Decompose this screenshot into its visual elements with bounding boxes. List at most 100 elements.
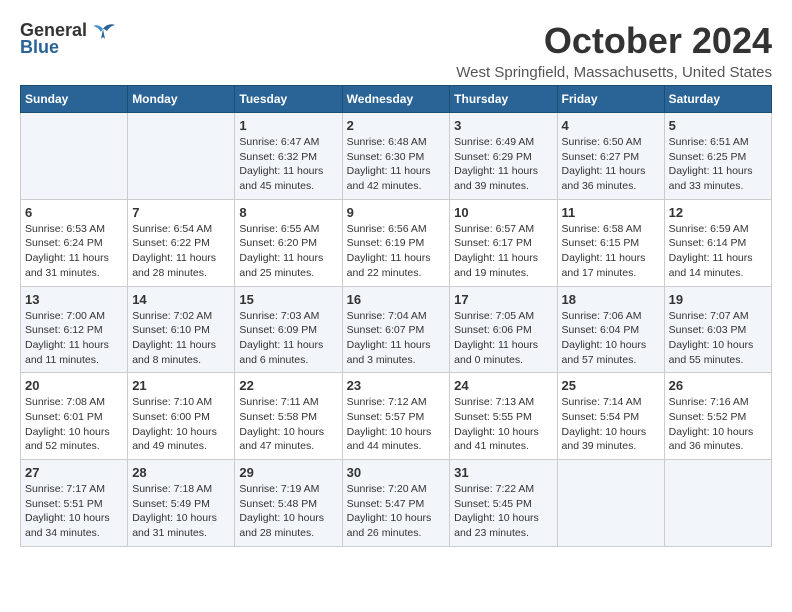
calendar-cell: 7 Sunrise: 6:54 AM Sunset: 6:22 PM Daylig… (128, 199, 235, 286)
day-number: 31 (454, 465, 552, 480)
day-number: 30 (347, 465, 446, 480)
cell-info: Sunrise: 6:55 AM Sunset: 6:20 PM Dayligh… (239, 222, 337, 281)
day-number: 27 (25, 465, 123, 480)
cell-info: Sunrise: 7:16 AM Sunset: 5:52 PM Dayligh… (669, 395, 767, 454)
day-number: 21 (132, 378, 230, 393)
calendar-cell: 6 Sunrise: 6:53 AM Sunset: 6:24 PM Daylig… (21, 199, 128, 286)
logo-blue-text: Blue (20, 37, 59, 58)
calendar-cell: 25 Sunrise: 7:14 AM Sunset: 5:54 PM Dayli… (557, 373, 664, 460)
calendar-cell (128, 113, 235, 200)
calendar-cell: 29 Sunrise: 7:19 AM Sunset: 5:48 PM Dayli… (235, 460, 342, 547)
day-number: 1 (239, 118, 337, 133)
cell-info: Sunrise: 6:50 AM Sunset: 6:27 PM Dayligh… (562, 135, 660, 194)
day-number: 3 (454, 118, 552, 133)
calendar-week-row: 20 Sunrise: 7:08 AM Sunset: 6:01 PM Dayli… (21, 373, 772, 460)
day-number: 18 (562, 292, 660, 307)
day-number: 8 (239, 205, 337, 220)
day-number: 19 (669, 292, 767, 307)
cell-info: Sunrise: 6:59 AM Sunset: 6:14 PM Dayligh… (669, 222, 767, 281)
calendar-cell (557, 460, 664, 547)
cell-info: Sunrise: 6:54 AM Sunset: 6:22 PM Dayligh… (132, 222, 230, 281)
cell-info: Sunrise: 7:19 AM Sunset: 5:48 PM Dayligh… (239, 482, 337, 541)
calendar-cell: 16Sunrise: 7:04 AM Sunset: 6:07 PM Dayli… (342, 286, 450, 373)
logo: General Blue (20, 20, 117, 58)
cell-info: Sunrise: 7:22 AM Sunset: 5:45 PM Dayligh… (454, 482, 552, 541)
calendar-cell: 24 Sunrise: 7:13 AM Sunset: 5:55 PM Dayli… (450, 373, 557, 460)
cell-info: Sunrise: 7:17 AM Sunset: 5:51 PM Dayligh… (25, 482, 123, 541)
cell-info: Sunrise: 7:10 AM Sunset: 6:00 PM Dayligh… (132, 395, 230, 454)
calendar-cell: 18 Sunrise: 7:06 AM Sunset: 6:04 PM Dayli… (557, 286, 664, 373)
cell-info: Sunrise: 6:57 AM Sunset: 6:17 PM Dayligh… (454, 222, 552, 281)
day-number: 14 (132, 292, 230, 307)
cell-info: Sunrise: 6:49 AM Sunset: 6:29 PM Dayligh… (454, 135, 552, 194)
calendar-cell: 22Sunrise: 7:11 AM Sunset: 5:58 PM Dayli… (235, 373, 342, 460)
calendar-cell: 2 Sunrise: 6:48 AM Sunset: 6:30 PM Daylig… (342, 113, 450, 200)
day-number: 26 (669, 378, 767, 393)
weekday-header-monday: Monday (128, 86, 235, 113)
calendar-cell: 1 Sunrise: 6:47 AM Sunset: 6:32 PM Daylig… (235, 113, 342, 200)
cell-info: Sunrise: 7:02 AM Sunset: 6:10 PM Dayligh… (132, 309, 230, 368)
calendar-cell: 19 Sunrise: 7:07 AM Sunset: 6:03 PM Dayli… (664, 286, 771, 373)
weekday-header-sunday: Sunday (21, 86, 128, 113)
cell-info: Sunrise: 7:11 AM Sunset: 5:58 PM Dayligh… (239, 395, 337, 454)
day-number: 15 (239, 292, 337, 307)
cell-info: Sunrise: 6:56 AM Sunset: 6:19 PM Dayligh… (347, 222, 446, 281)
cell-info: Sunrise: 7:07 AM Sunset: 6:03 PM Dayligh… (669, 309, 767, 368)
calendar-cell (21, 113, 128, 200)
calendar-cell: 20 Sunrise: 7:08 AM Sunset: 6:01 PM Dayli… (21, 373, 128, 460)
cell-info: Sunrise: 6:48 AM Sunset: 6:30 PM Dayligh… (347, 135, 446, 194)
calendar-cell: 3 Sunrise: 6:49 AM Sunset: 6:29 PM Daylig… (450, 113, 557, 200)
calendar-cell: 15 Sunrise: 7:03 AM Sunset: 6:09 PM Dayli… (235, 286, 342, 373)
calendar-cell: 28 Sunrise: 7:18 AM Sunset: 5:49 PM Dayli… (128, 460, 235, 547)
title-section: October 2024 West Springfield, Massachus… (456, 20, 772, 81)
calendar-cell: 30Sunrise: 7:20 AM Sunset: 5:47 PM Dayli… (342, 460, 450, 547)
cell-info: Sunrise: 7:04 AM Sunset: 6:07 PM Dayligh… (347, 309, 446, 368)
calendar-cell: 23Sunrise: 7:12 AM Sunset: 5:57 PM Dayli… (342, 373, 450, 460)
day-number: 28 (132, 465, 230, 480)
day-number: 6 (25, 205, 123, 220)
cell-info: Sunrise: 7:18 AM Sunset: 5:49 PM Dayligh… (132, 482, 230, 541)
calendar-cell: 4 Sunrise: 6:50 AM Sunset: 6:27 PM Daylig… (557, 113, 664, 200)
cell-info: Sunrise: 7:03 AM Sunset: 6:09 PM Dayligh… (239, 309, 337, 368)
cell-info: Sunrise: 6:47 AM Sunset: 6:32 PM Dayligh… (239, 135, 337, 194)
calendar-cell: 12 Sunrise: 6:59 AM Sunset: 6:14 PM Dayli… (664, 199, 771, 286)
cell-info: Sunrise: 7:13 AM Sunset: 5:55 PM Dayligh… (454, 395, 552, 454)
cell-info: Sunrise: 7:00 AM Sunset: 6:12 PM Dayligh… (25, 309, 123, 368)
calendar-cell: 27 Sunrise: 7:17 AM Sunset: 5:51 PM Dayli… (21, 460, 128, 547)
calendar-table: SundayMondayTuesdayWednesdayThursdayFrid… (20, 85, 772, 547)
weekday-header-thursday: Thursday (450, 86, 557, 113)
calendar-week-row: 13Sunrise: 7:00 AM Sunset: 6:12 PM Dayli… (21, 286, 772, 373)
cell-info: Sunrise: 6:58 AM Sunset: 6:15 PM Dayligh… (562, 222, 660, 281)
logo-bird-icon (89, 21, 117, 41)
day-number: 2 (347, 118, 446, 133)
cell-info: Sunrise: 7:08 AM Sunset: 6:01 PM Dayligh… (25, 395, 123, 454)
day-number: 29 (239, 465, 337, 480)
weekday-header-saturday: Saturday (664, 86, 771, 113)
calendar-cell: 5Sunrise: 6:51 AM Sunset: 6:25 PM Daylig… (664, 113, 771, 200)
day-number: 9 (347, 205, 446, 220)
calendar-cell: 31 Sunrise: 7:22 AM Sunset: 5:45 PM Dayli… (450, 460, 557, 547)
calendar-cell: 9 Sunrise: 6:56 AM Sunset: 6:19 PM Daylig… (342, 199, 450, 286)
calendar-week-row: 1 Sunrise: 6:47 AM Sunset: 6:32 PM Daylig… (21, 113, 772, 200)
weekday-header-wednesday: Wednesday (342, 86, 450, 113)
calendar-cell: 10Sunrise: 6:57 AM Sunset: 6:17 PM Dayli… (450, 199, 557, 286)
weekday-header-friday: Friday (557, 86, 664, 113)
day-number: 4 (562, 118, 660, 133)
page-header: General Blue October 2024 West Springfie… (20, 20, 772, 81)
day-number: 20 (25, 378, 123, 393)
cell-info: Sunrise: 7:14 AM Sunset: 5:54 PM Dayligh… (562, 395, 660, 454)
day-number: 24 (454, 378, 552, 393)
day-number: 25 (562, 378, 660, 393)
day-number: 7 (132, 205, 230, 220)
calendar-cell: 21 Sunrise: 7:10 AM Sunset: 6:00 PM Dayli… (128, 373, 235, 460)
weekday-header-row: SundayMondayTuesdayWednesdayThursdayFrid… (21, 86, 772, 113)
calendar-cell: 14 Sunrise: 7:02 AM Sunset: 6:10 PM Dayli… (128, 286, 235, 373)
calendar-cell: 8 Sunrise: 6:55 AM Sunset: 6:20 PM Daylig… (235, 199, 342, 286)
cell-info: Sunrise: 6:53 AM Sunset: 6:24 PM Dayligh… (25, 222, 123, 281)
cell-info: Sunrise: 7:06 AM Sunset: 6:04 PM Dayligh… (562, 309, 660, 368)
day-number: 17 (454, 292, 552, 307)
cell-info: Sunrise: 6:51 AM Sunset: 6:25 PM Dayligh… (669, 135, 767, 194)
day-number: 12 (669, 205, 767, 220)
calendar-cell: 13Sunrise: 7:00 AM Sunset: 6:12 PM Dayli… (21, 286, 128, 373)
calendar-week-row: 6 Sunrise: 6:53 AM Sunset: 6:24 PM Daylig… (21, 199, 772, 286)
